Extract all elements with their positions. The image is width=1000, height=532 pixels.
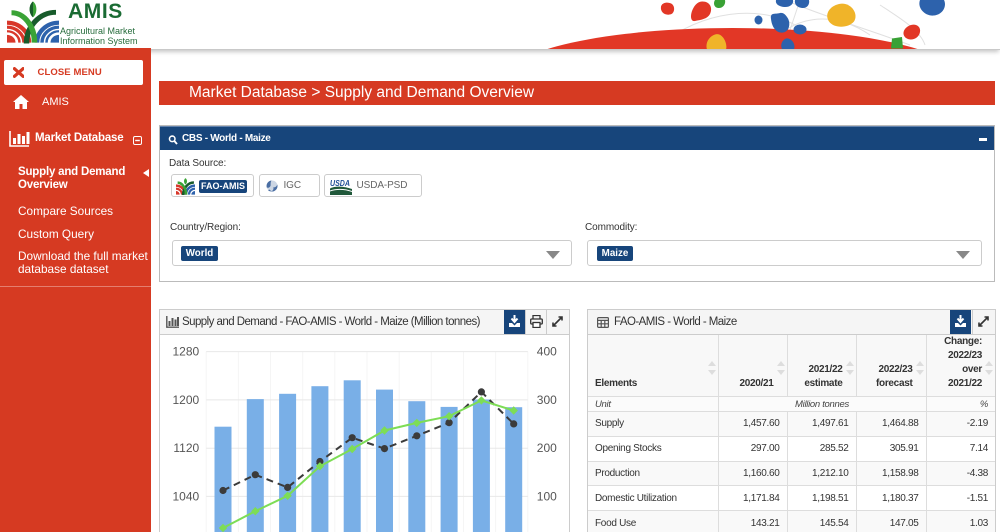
svg-text:1040: 1040 [172,489,199,503]
svg-text:1200: 1200 [172,393,199,407]
svg-text:1120: 1120 [173,441,199,455]
svg-text:USDA: USDA [330,178,350,188]
svg-text:200: 200 [537,441,557,455]
svg-text:400: 400 [537,345,557,359]
svg-text:300: 300 [537,393,557,407]
svg-text:1280: 1280 [172,345,199,359]
svg-text:100: 100 [537,489,557,503]
